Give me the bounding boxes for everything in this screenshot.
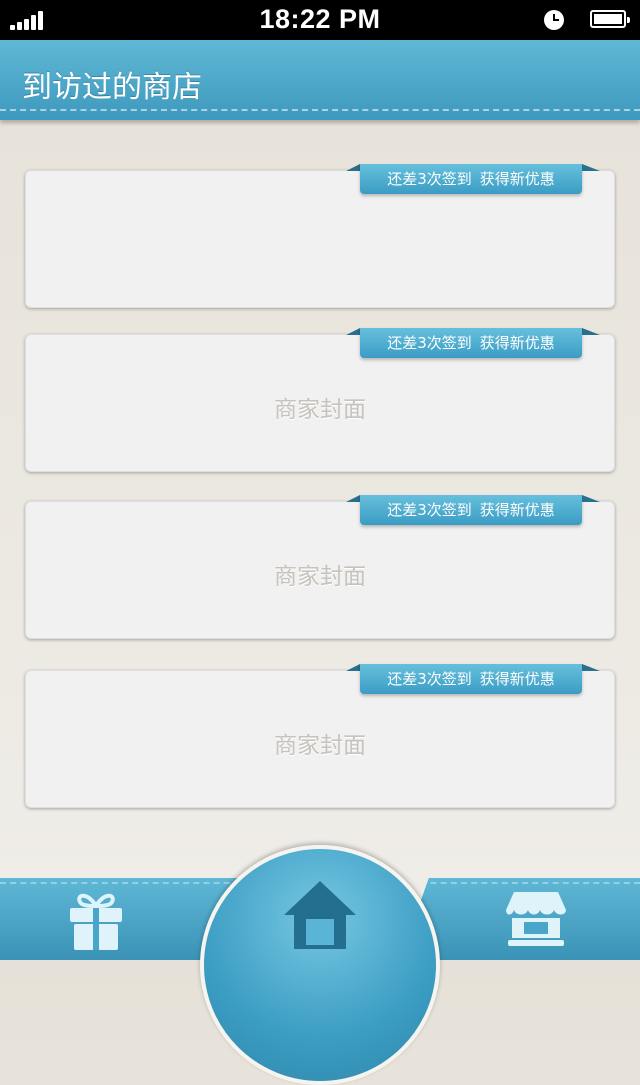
store-card[interactable]: 还差3次签到 获得新优惠 商家封面: [25, 664, 615, 808]
ribbon-checkin-text: 还差3次签到: [387, 170, 472, 188]
header-stitch-divider: [0, 109, 640, 111]
header-bar: 到访过的商店: [0, 40, 640, 120]
checkin-ribbon: 还差3次签到 获得新优惠: [346, 495, 601, 531]
home-button[interactable]: [200, 845, 440, 1085]
ribbon-offer-text: 获得新优惠: [479, 170, 555, 188]
ribbon-checkin-text: 还差3次签到: [387, 670, 472, 688]
ribbon-offer-text: 获得新优惠: [479, 334, 555, 352]
page-title: 到访过的商店: [22, 70, 202, 105]
store-icon: [506, 892, 566, 946]
store-cover-label: 商家封面: [274, 397, 366, 423]
store-cover-label: 商家封面: [274, 733, 366, 759]
gift-icon: [70, 893, 122, 950]
store-card[interactable]: 还差3次签到 获得新优惠 商家封面: [25, 495, 615, 639]
ribbon-checkin-text: 还差3次签到: [387, 501, 472, 519]
clock-icon: [544, 10, 564, 30]
store-card[interactable]: 还差3次签到 获得新优惠: [25, 164, 615, 308]
home-icon: [284, 881, 356, 949]
checkin-ribbon: 还差3次签到 获得新优惠: [346, 164, 601, 200]
store-card[interactable]: 还差3次签到 获得新优惠 商家封面: [25, 328, 615, 472]
ribbon-offer-text: 获得新优惠: [479, 501, 555, 519]
ribbon-offer-text: 获得新优惠: [479, 670, 555, 688]
battery-icon: [590, 10, 630, 28]
status-bar: 18:22 PM: [0, 0, 640, 40]
store-cover-label: 商家封面: [274, 564, 366, 590]
checkin-ribbon: 还差3次签到 获得新优惠: [346, 328, 601, 364]
ribbon-checkin-text: 还差3次签到: [387, 334, 472, 352]
checkin-ribbon: 还差3次签到 获得新优惠: [346, 664, 601, 700]
